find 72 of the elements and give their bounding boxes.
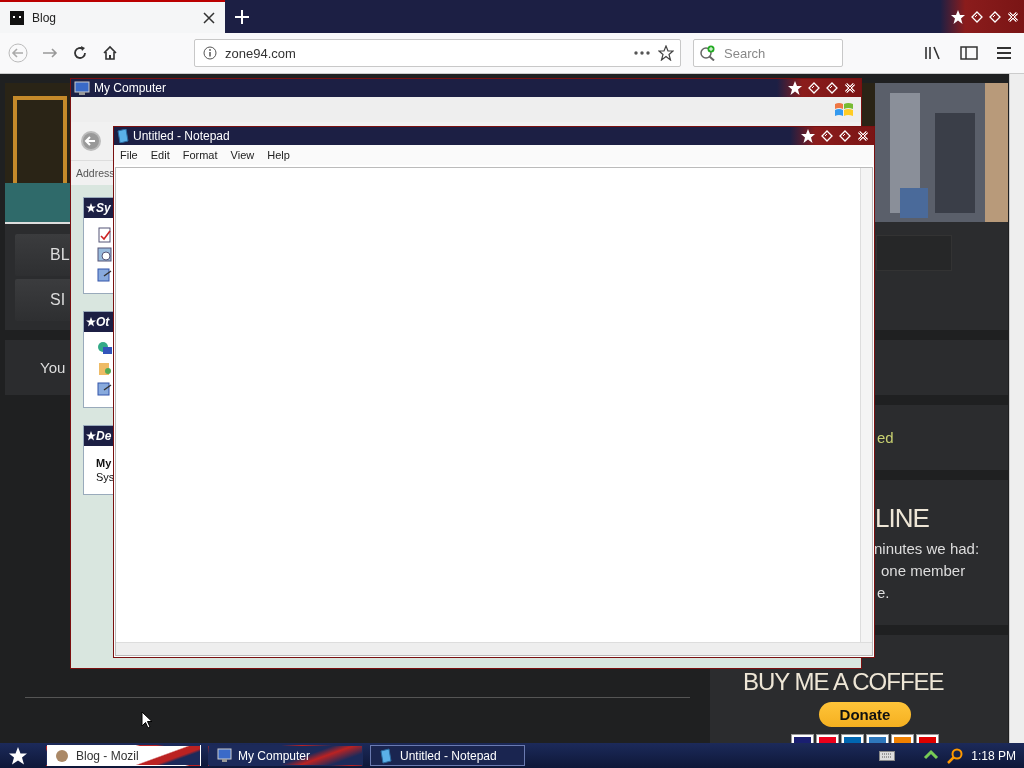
sidebar-icon[interactable]: [960, 45, 978, 61]
status-text: ed: [877, 429, 894, 446]
taskbar-button[interactable]: My Computer: [208, 745, 363, 766]
vertical-scrollbar[interactable]: [860, 168, 872, 642]
menu-item[interactable]: Format: [182, 149, 218, 161]
star-icon: [86, 317, 96, 327]
start-star-icon[interactable]: [8, 745, 28, 766]
notice-text: You: [40, 359, 66, 376]
globe-icon[interactable]: [97, 341, 113, 357]
taskbar-button[interactable]: Blog - Mozil: [46, 745, 201, 766]
online-heading: LINE: [875, 503, 930, 534]
search-icon[interactable]: [947, 747, 964, 764]
reload-icon[interactable]: [72, 45, 88, 61]
gear-icon[interactable]: [97, 247, 113, 263]
panel-title: Sy: [96, 201, 111, 215]
maximize-icon[interactable]: [838, 129, 852, 143]
window-title: Untitled - Notepad: [133, 129, 230, 143]
computer-icon: [217, 747, 232, 764]
online-text: ninutes we had:: [874, 541, 981, 556]
address-label: Address: [76, 167, 115, 179]
favicon-icon: [10, 10, 24, 25]
menu-item[interactable]: File: [120, 149, 138, 161]
star-icon[interactable]: [800, 128, 816, 144]
detail-text: Sys: [96, 470, 113, 484]
close-icon[interactable]: [1006, 9, 1020, 24]
star-icon: [86, 431, 96, 441]
new-tab-icon[interactable]: [235, 9, 249, 24]
menu-icon[interactable]: [996, 46, 1012, 60]
document-icon[interactable]: [97, 227, 113, 243]
clock-text: 1:18 PM: [971, 748, 1016, 763]
menu-item[interactable]: Help: [267, 149, 290, 161]
window-icon[interactable]: [97, 267, 113, 283]
browser-tab[interactable]: Blog: [0, 0, 225, 33]
taskbar-button[interactable]: Untitled - Notepad: [370, 745, 525, 766]
info-icon: [203, 46, 217, 60]
address-bar[interactable]: zone94.com: [194, 39, 681, 67]
horizontal-scrollbar[interactable]: [116, 642, 872, 655]
star-icon[interactable]: [950, 8, 966, 25]
close-icon[interactable]: [203, 11, 215, 24]
search-field[interactable]: Search: [693, 39, 843, 67]
back-icon[interactable]: [80, 130, 102, 152]
star-icon[interactable]: [787, 80, 803, 96]
online-text: one member: [881, 563, 967, 578]
online-text: e.: [877, 585, 891, 600]
nav-button[interactable]: BL: [15, 234, 70, 276]
library-icon[interactable]: [924, 45, 942, 61]
cursor-icon: [141, 711, 153, 729]
more-icon[interactable]: [634, 50, 650, 56]
notepad-icon: [379, 747, 394, 764]
star-icon: [86, 203, 96, 213]
computer-icon: [74, 80, 90, 96]
window-icon[interactable]: [97, 381, 113, 397]
coffee-heading: BUY ME A COFFEE: [743, 668, 945, 696]
panel-title: Ot: [96, 315, 110, 329]
home-icon[interactable]: [102, 45, 118, 61]
restore-icon[interactable]: [807, 81, 821, 95]
restore-icon[interactable]: [820, 129, 834, 143]
search-icon: [699, 45, 717, 61]
detail-text: My: [96, 456, 113, 470]
scrollbar[interactable]: [1009, 74, 1024, 743]
bookmark-star-icon[interactable]: [658, 45, 674, 61]
maximize-icon[interactable]: [988, 9, 1002, 24]
nav-button[interactable]: SI: [15, 279, 70, 321]
donate-button[interactable]: Donate: [819, 702, 911, 727]
maximize-icon[interactable]: [825, 81, 839, 95]
keyboard-icon[interactable]: [879, 750, 896, 761]
window-title: My Computer: [94, 81, 167, 95]
panel-title: De: [96, 429, 112, 443]
menu-item[interactable]: View: [230, 149, 255, 161]
restore-icon[interactable]: [970, 9, 984, 24]
menu-item[interactable]: Edit: [150, 149, 170, 161]
notepad-icon: [117, 129, 129, 143]
